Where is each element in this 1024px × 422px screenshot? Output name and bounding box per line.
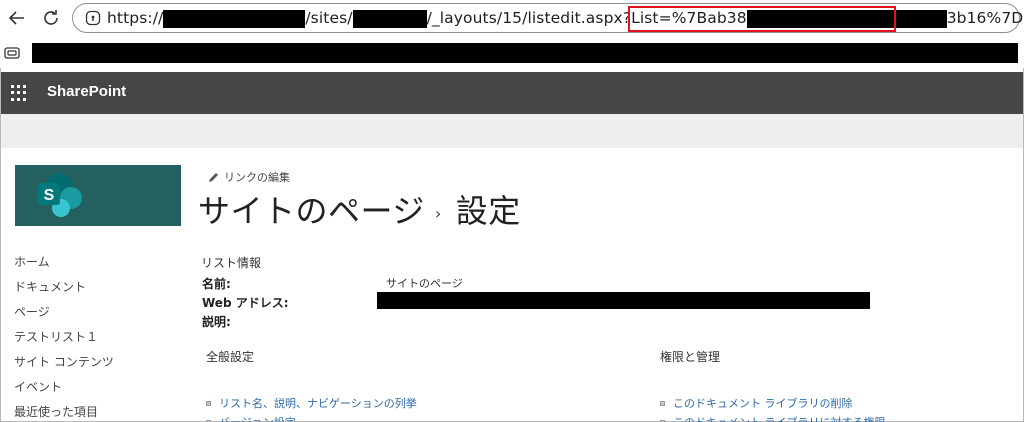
nav-item-pages[interactable]: ページ (14, 303, 114, 328)
edit-links-button[interactable]: リンクの編集 (208, 169, 290, 185)
link-library-permissions[interactable]: このドキュメント ライブラリに対する権限 (660, 414, 886, 422)
nav-item-test-list[interactable]: テストリスト１ (14, 328, 114, 353)
url-sites: /sites/ (305, 9, 353, 27)
app-name[interactable]: SharePoint (47, 83, 126, 100)
url-scheme: https:// (107, 9, 164, 27)
link-versioning-settings[interactable]: バージョン設定 (206, 414, 296, 422)
list-info-heading: リスト情報 (201, 256, 262, 270)
back-button[interactable] (6, 7, 28, 29)
web-address-label: Web アドレス: (202, 296, 289, 310)
suite-bar: SharePoint (1, 72, 1023, 114)
svg-text:S: S (44, 187, 55, 204)
nav-item-recent[interactable]: 最近使った項目 (14, 403, 114, 422)
pencil-icon (209, 172, 218, 182)
nav-item-home[interactable]: ホーム (14, 253, 114, 278)
general-settings-heading: 全般設定 (206, 350, 255, 364)
link-label: リスト名、説明、ナビゲーションの列挙 (219, 397, 417, 410)
title-settings: 設定 (455, 192, 521, 230)
nav-item-site-contents[interactable]: サイト コンテンツ (14, 353, 114, 378)
left-navigation: ホーム ドキュメント ページ テストリスト１ サイト コンテンツ イベント 最近… (14, 253, 114, 422)
bookmark-folder-icon[interactable] (4, 47, 20, 59)
link-delete-library[interactable]: このドキュメント ライブラリの削除 (660, 395, 853, 411)
bullet-icon (660, 400, 665, 406)
title-list-name[interactable]: サイトのページ (198, 192, 425, 230)
nav-item-events[interactable]: イベント (14, 378, 114, 403)
site-info-icon[interactable] (85, 10, 101, 26)
link-label: バージョン設定 (219, 414, 296, 422)
reload-button[interactable] (40, 7, 62, 29)
permissions-heading: 権限と管理 (660, 350, 721, 364)
command-strip (1, 114, 1023, 148)
edit-links-label: リンクの編集 (224, 171, 290, 184)
name-value: サイトのページ (386, 277, 463, 290)
reload-icon (44, 10, 58, 25)
link-label: このドキュメント ライブラリに対する権限 (673, 414, 886, 422)
page-title: サイトのページ › 設定 (198, 186, 521, 232)
redacted-host (163, 10, 306, 28)
nav-item-documents[interactable]: ドキュメント (14, 278, 114, 303)
highlight-box (628, 6, 896, 32)
breadcrumb-separator: › (434, 203, 442, 223)
link-list-name-description[interactable]: リスト名、説明、ナビゲーションの列挙 (206, 395, 417, 411)
site-logo[interactable]: S (15, 165, 181, 226)
app-launcher-icon[interactable] (11, 85, 27, 101)
redacted-bookmarks (32, 43, 1018, 63)
bullet-icon (206, 400, 211, 406)
back-arrow-icon (8, 11, 24, 25)
address-bar-row: https:///sites//_layouts/15/listedit.asp… (0, 0, 1024, 38)
url-tail: 3b16%7D (946, 9, 1024, 27)
redacted-web-address (377, 292, 870, 309)
name-label: 名前: (202, 277, 231, 291)
description-label: 説明: (202, 315, 231, 329)
link-label: このドキュメント ライブラリの削除 (673, 397, 853, 410)
sharepoint-logo-icon: S (38, 173, 82, 217)
redacted-site (352, 10, 427, 28)
